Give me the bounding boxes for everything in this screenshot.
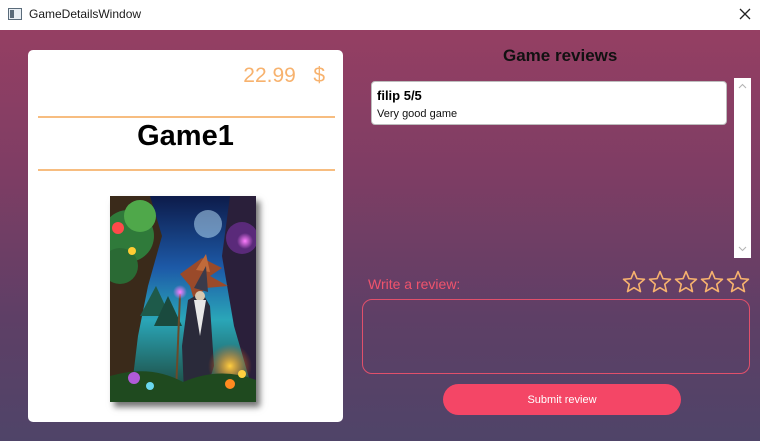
scroll-up-button[interactable] <box>734 78 751 95</box>
bottom-divider <box>38 169 335 171</box>
close-icon <box>739 8 751 20</box>
reviews-heading: Game reviews <box>503 46 618 65</box>
app-icon <box>8 8 22 20</box>
star-icon[interactable] <box>700 270 724 294</box>
game-card: 22.99 $ Game1 <box>28 50 343 422</box>
chevron-up-icon <box>738 83 747 89</box>
title-bar: GameDetailsWindow <box>0 0 760 30</box>
scroll-down-button[interactable] <box>734 241 751 258</box>
top-divider <box>38 116 335 118</box>
main-content: 22.99 $ Game1 Game reviews filip 5/5 Ver… <box>0 30 760 441</box>
game-price: 22.99 $ <box>243 64 325 87</box>
chevron-down-icon <box>738 246 747 252</box>
review-input[interactable] <box>362 299 750 374</box>
review-text: Very good game <box>377 108 458 120</box>
game-cover-image <box>110 196 256 402</box>
close-button[interactable] <box>730 0 760 30</box>
reviews-scrollbar[interactable] <box>734 78 751 258</box>
star-icon[interactable] <box>648 270 672 294</box>
star-icon[interactable] <box>622 270 646 294</box>
review-item: filip 5/5 Very good game <box>371 81 727 125</box>
window-title: GameDetailsWindow <box>29 7 142 21</box>
game-title: Game1 <box>137 120 234 152</box>
review-author-rating: filip 5/5 <box>377 88 422 103</box>
star-icon[interactable] <box>726 270 750 294</box>
rating-stars[interactable] <box>622 270 750 296</box>
write-review-label: Write a review: <box>368 276 461 292</box>
submit-review-button[interactable]: Submit review <box>443 384 681 415</box>
star-icon[interactable] <box>674 270 698 294</box>
reviews-list[interactable]: filip 5/5 Very good game <box>368 78 732 256</box>
